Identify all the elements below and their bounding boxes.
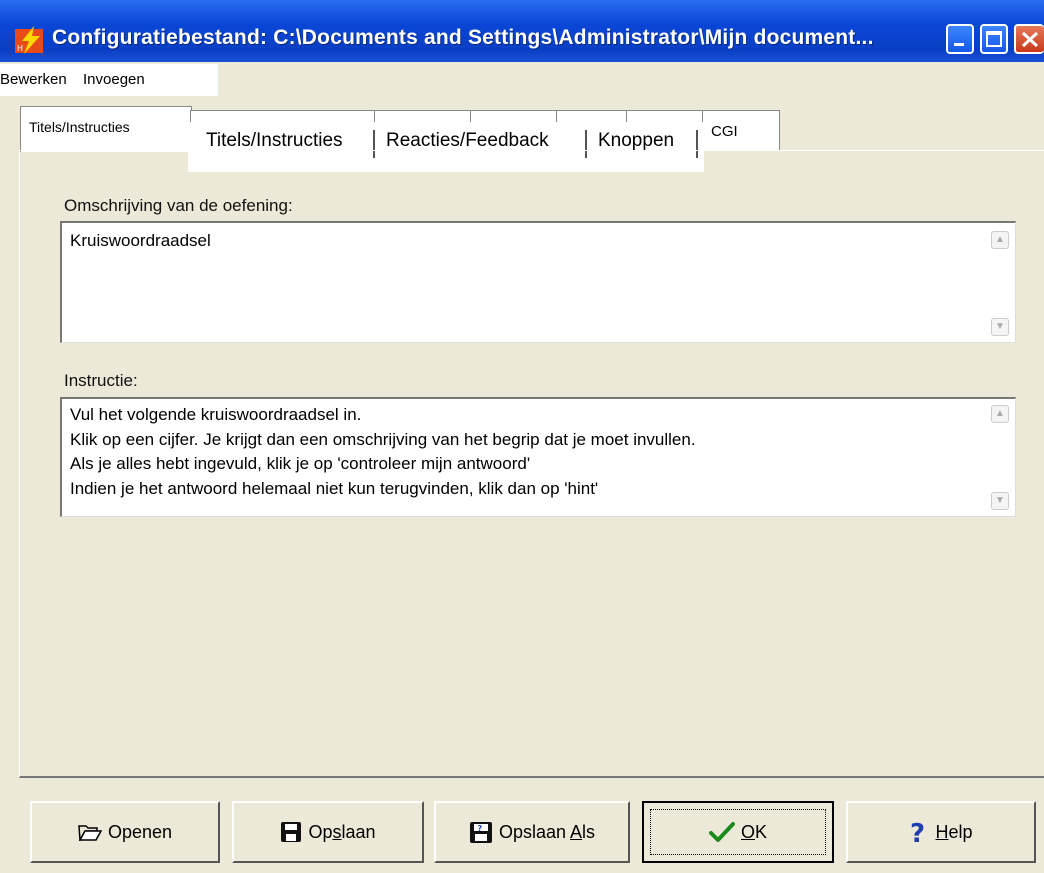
save-label-part: Op [308, 821, 333, 842]
open-label: Openen [107, 821, 173, 842]
help-label: Help [935, 822, 972, 843]
save-as-label-part: Opslaan [498, 821, 571, 842]
svg-text:?: ? [910, 819, 925, 845]
save-as-label: Opslaan Als [499, 822, 595, 843]
save-button[interactable]: Opslaan [232, 801, 424, 863]
maximize-button[interactable] [980, 24, 1008, 54]
tab-titels-instructies[interactable]: Titels/Instructies [20, 106, 192, 152]
svg-text:H: H [17, 44, 23, 53]
close-button[interactable] [1014, 24, 1044, 54]
title-bar[interactable]: H Configuratiebestand: C:\Documents and … [0, 0, 1044, 62]
ok-button[interactable]: OK [642, 801, 834, 863]
description-textarea[interactable]: Kruiswoordraadsel ▲ ▼ [60, 221, 1016, 343]
instruction-line: Indien je het antwoord helemaal niet kun… [70, 478, 599, 498]
scroll-down-icon[interactable]: ▼ [991, 318, 1009, 336]
window-title: Configuratiebestand: C:\Documents and Se… [52, 26, 874, 49]
instruction-line: Als je alles hebt ingevuld, klik je op '… [70, 454, 531, 473]
scroll-down-icon[interactable]: ▼ [991, 492, 1009, 510]
open-button[interactable]: Openen [30, 801, 220, 863]
save-as-button[interactable]: ? Opslaan Als [434, 801, 630, 863]
floppy-save-as-icon: ? [469, 822, 492, 843]
minimize-icon [954, 43, 964, 46]
svg-text:?: ? [477, 824, 482, 833]
save-as-label-part: ls [582, 821, 596, 842]
floppy-disk-icon [281, 822, 302, 842]
question-mark-icon: ? [910, 819, 925, 845]
save-as-label-accel: A [570, 821, 583, 842]
menu-bar: Bewerken Invoegen [0, 64, 218, 96]
tab-cgi[interactable]: CGI [702, 110, 780, 150]
focus-rectangle [650, 809, 826, 855]
scroll-up-icon[interactable]: ▲ [991, 231, 1009, 249]
save-label: Opslaan [308, 822, 375, 843]
scroll-up-icon[interactable]: ▲ [991, 405, 1009, 423]
minimize-button[interactable] [946, 24, 974, 54]
instruction-label: Instructie: [64, 371, 138, 390]
save-label-part: laan [341, 821, 376, 842]
overlay-tab-titels-instructies[interactable]: Titels/Instructies [206, 130, 343, 152]
instruction-textarea[interactable]: Vul het volgende kruiswoordraadsel in. K… [60, 397, 1016, 517]
close-icon [1021, 31, 1039, 48]
description-label: Omschrijving van de oefening: [64, 196, 293, 215]
instruction-line: Klik op een cijfer. Je krijgt dan een om… [70, 429, 696, 449]
description-text: Kruiswoordraadsel [70, 231, 211, 250]
instruction-text: Vul het volgende kruiswoordraadsel in. K… [70, 403, 696, 501]
folder-open-icon [78, 825, 102, 841]
app-config-icon: H [15, 26, 43, 54]
help-label-accel: H [935, 821, 949, 842]
maximize-icon [986, 31, 1002, 47]
overlay-tab-knoppen[interactable]: Knoppen [598, 130, 674, 152]
menu-bewerken[interactable]: Bewerken [0, 71, 67, 88]
help-label-part: elp [948, 821, 973, 842]
help-button[interactable]: ? Help [846, 801, 1036, 863]
overlay-tab-reacties-feedback[interactable]: Reacties/Feedback [386, 130, 549, 152]
menu-invoegen[interactable]: Invoegen [83, 71, 145, 88]
instruction-line: Vul het volgende kruiswoordraadsel in. [70, 405, 362, 424]
